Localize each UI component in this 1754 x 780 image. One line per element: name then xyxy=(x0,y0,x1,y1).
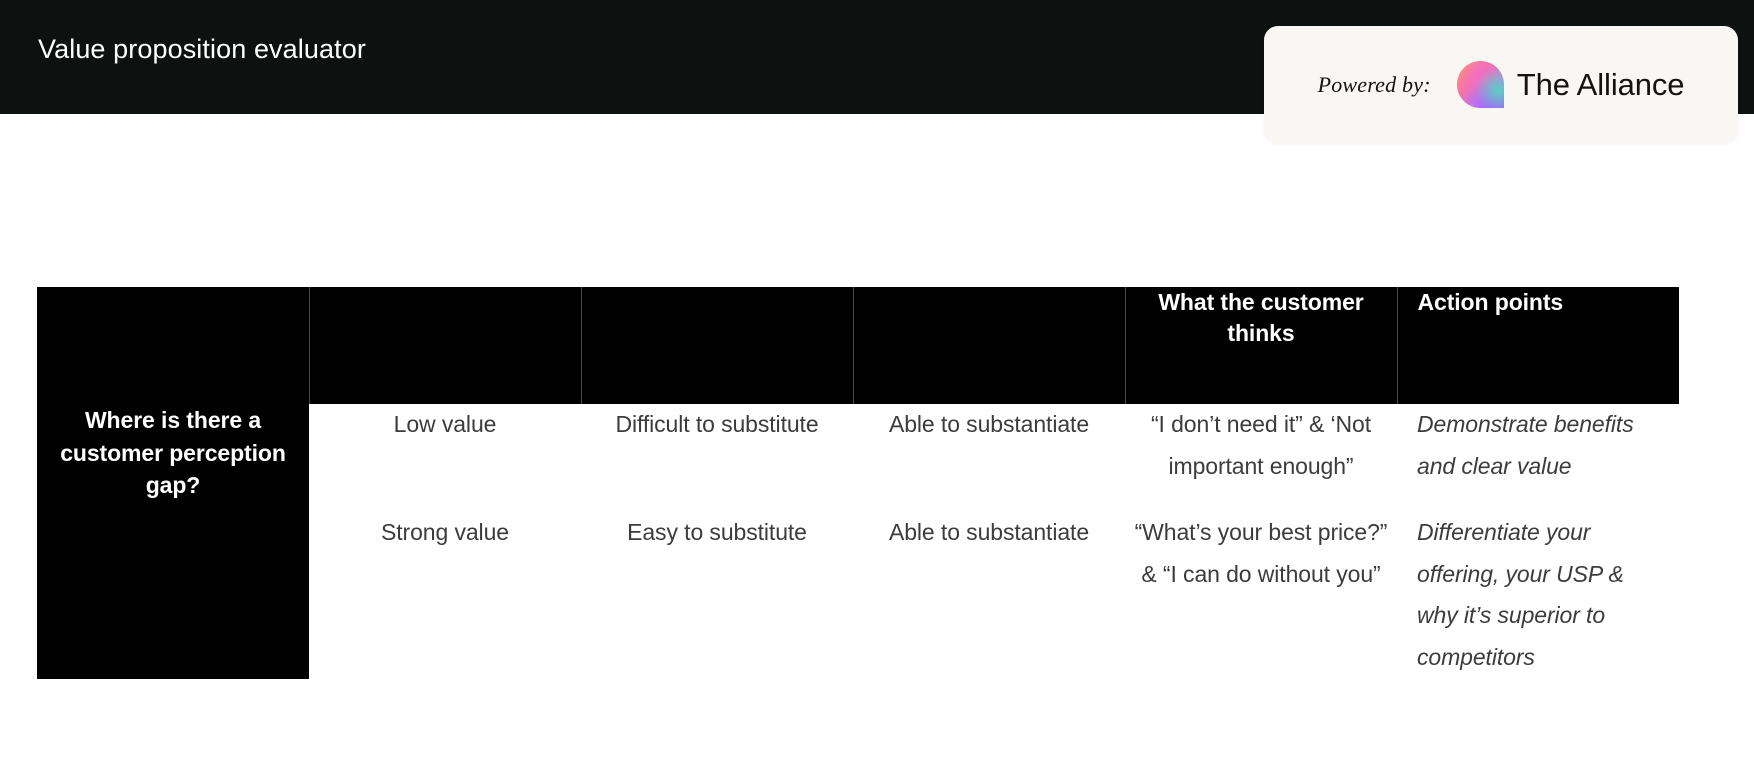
column-header-action-points: Action points xyxy=(1397,287,1679,404)
row-header-perception-gap: Where is there a customer perception gap… xyxy=(37,404,309,680)
cell-action-points-row2: Differentiate your offering, your USP & … xyxy=(1397,487,1679,680)
cell-value-row1: Low value xyxy=(309,404,581,488)
cell-substantiate-row1: Able to substantiate xyxy=(853,404,1125,488)
cell-customer-thinks-row1: “I don’t need it” & ‘Not important enoug… xyxy=(1125,404,1397,488)
value-proposition-evaluator-page: Value proposition evaluator Powered by: … xyxy=(0,0,1754,780)
cell-substantiate-row2: Able to substantiate xyxy=(853,487,1125,680)
value-proposition-table: What the customer thinks Action points W… xyxy=(37,287,1679,680)
brand-name: The Alliance xyxy=(1516,66,1685,102)
column-header-substitute xyxy=(581,287,854,404)
cell-action-points-row1: Demonstrate benefits and clear value xyxy=(1397,404,1679,488)
cell-substitute-row1: Difficult to substitute xyxy=(581,404,853,488)
brand-lockup: The Alliance xyxy=(1456,61,1685,108)
table-row: Where is there a customer perception gap… xyxy=(37,404,1679,680)
powered-by-label: Powered by: xyxy=(1317,71,1431,97)
cell-value-row2: Strong value xyxy=(309,487,581,680)
column-header-substantiate xyxy=(853,287,1126,404)
alliance-droplet-gradient-icon xyxy=(1456,61,1504,108)
column-header-value xyxy=(309,287,582,404)
page-title: Value proposition evaluator xyxy=(38,34,366,64)
cell-customer-thinks-row2: “What’s your best price?” & “I can do wi… xyxy=(1125,487,1397,680)
column-header-customer-thinks: What the customer thinks xyxy=(1125,287,1398,404)
cell-substitute-row2: Easy to substitute xyxy=(581,487,853,680)
table-header-row: What the customer thinks Action points xyxy=(37,287,1679,404)
column-header-gap-spacer xyxy=(37,287,310,404)
powered-by-badge: Powered by: The Alliance xyxy=(1264,26,1738,143)
